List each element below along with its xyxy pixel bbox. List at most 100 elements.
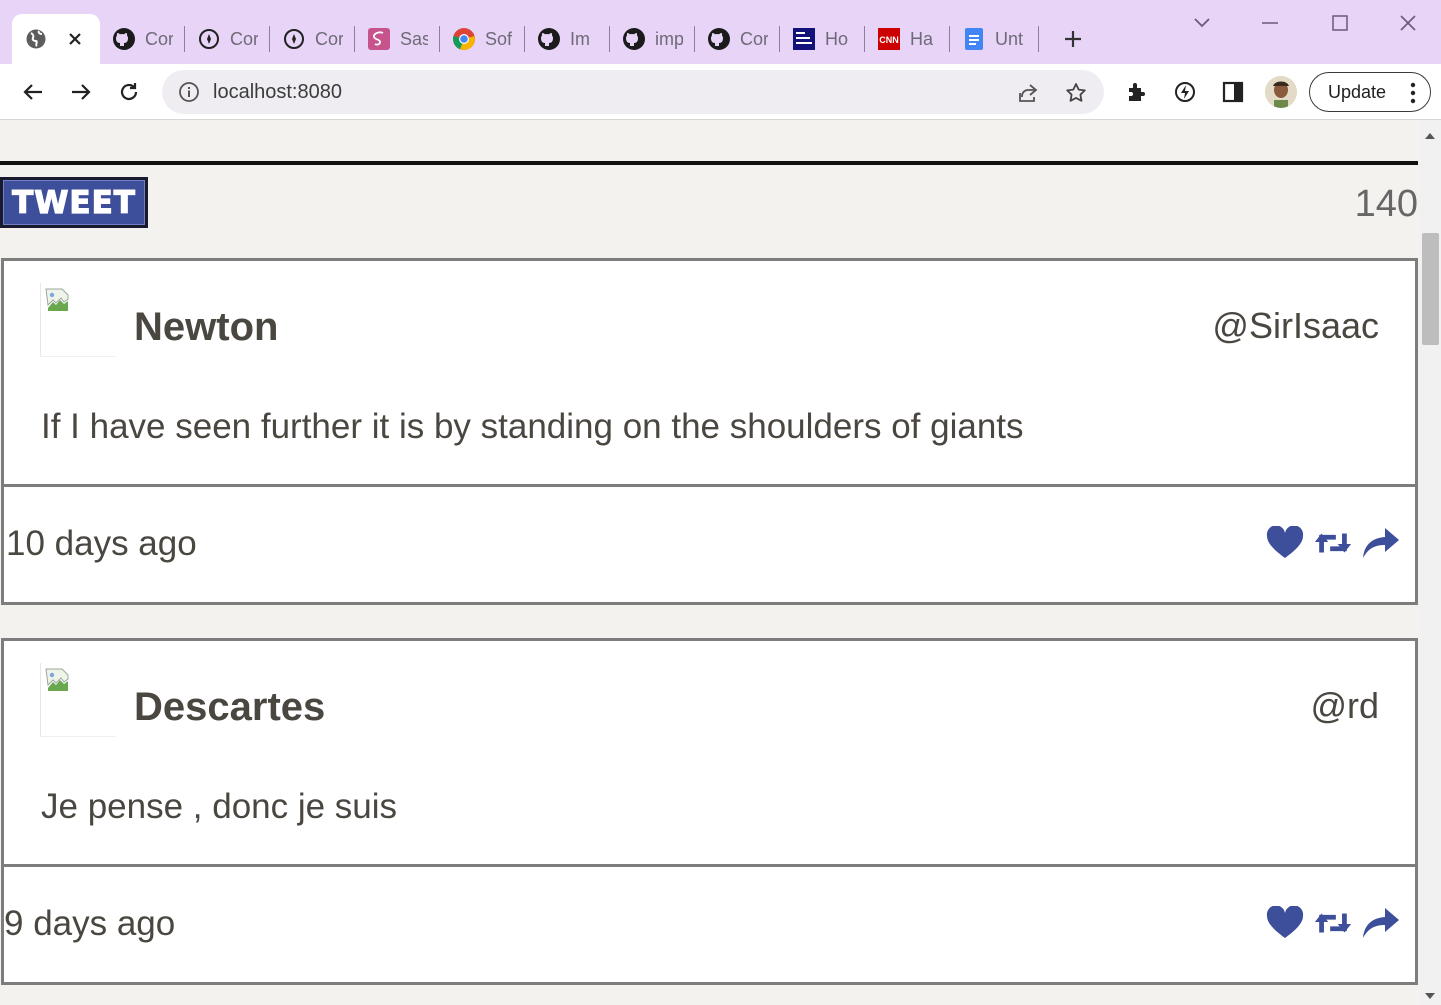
maximize-button[interactable] — [1320, 8, 1360, 38]
heart-icon[interactable] — [1265, 525, 1305, 561]
tweet-author-name: Newton — [134, 305, 279, 349]
tweet-author-handle: @rd — [1310, 685, 1379, 726]
tab-sass[interactable]: Sas — [355, 14, 439, 64]
tab-compass-1[interactable]: Cor — [185, 14, 269, 64]
minimize-button[interactable] — [1250, 8, 1290, 38]
tweet-timestamp: 10 days ago — [6, 524, 197, 563]
share-icon[interactable] — [1015, 80, 1041, 106]
page-scrollbar[interactable] — [1420, 121, 1441, 1005]
character-counter: 140 — [1354, 183, 1418, 225]
scroll-up-arrow-icon[interactable] — [1424, 127, 1436, 145]
tweet-body: Newton @SirIsaac If I have seen further … — [4, 261, 1415, 487]
broken-image-icon — [45, 288, 69, 311]
site-info-icon[interactable] — [178, 81, 200, 108]
tab-compass-2[interactable]: Cor — [270, 14, 354, 64]
forward-button[interactable] — [65, 76, 97, 108]
bookmark-star-icon[interactable] — [1063, 80, 1089, 106]
share-reply-icon[interactable] — [1361, 525, 1401, 561]
tweet-actions — [1265, 525, 1401, 561]
close-tab-icon[interactable] — [64, 28, 86, 50]
tab-title: Cor — [230, 28, 258, 49]
tab-title: Sas — [400, 28, 428, 49]
sitewizard-icon — [792, 27, 816, 51]
update-button[interactable]: Update — [1309, 72, 1431, 112]
tab-title: Unt — [995, 28, 1023, 49]
side-panel-icon[interactable] — [1219, 78, 1247, 106]
new-tab-button[interactable] — [1058, 24, 1088, 54]
profile-avatar[interactable] — [1265, 76, 1297, 108]
github-icon — [537, 27, 561, 51]
browser-toolbar: localhost:8080 Update — [0, 64, 1441, 120]
compass-icon — [197, 27, 221, 51]
extensions-icon[interactable] — [1123, 78, 1151, 106]
retweet-icon[interactable] — [1313, 905, 1353, 941]
tab-docs[interactable]: Unt — [950, 14, 1034, 64]
scroll-down-arrow-icon[interactable] — [1424, 987, 1436, 1005]
share-reply-icon[interactable] — [1361, 905, 1401, 941]
composer-divider — [0, 161, 1418, 165]
arrow-left-icon — [23, 84, 42, 100]
tab-active[interactable] — [12, 14, 100, 64]
tweet-actions — [1265, 905, 1401, 941]
tab-title: Ho — [825, 28, 849, 49]
retweet-icon[interactable] — [1313, 525, 1353, 561]
maximize-icon — [1332, 15, 1348, 31]
user-avatar — [40, 283, 116, 357]
address-bar[interactable]: localhost:8080 — [162, 70, 1104, 114]
minimize-icon — [1262, 22, 1278, 24]
tweet-button[interactable]: TWEET — [0, 177, 148, 228]
tab-title: Cor — [740, 28, 768, 49]
tweet-author-name: Descartes — [134, 685, 326, 729]
github-icon — [112, 27, 136, 51]
tweet-text: If I have seen further it is by standing… — [41, 407, 1024, 446]
tab-title: imp — [655, 28, 683, 49]
close-icon — [1400, 15, 1416, 31]
performance-icon[interactable] — [1171, 78, 1199, 106]
tab-cnn[interactable]: CNN Ha — [865, 14, 949, 64]
globe-icon — [24, 27, 48, 51]
tab-github-3[interactable]: imp — [610, 14, 694, 64]
reload-icon — [120, 83, 138, 101]
scrollbar-thumb[interactable] — [1422, 233, 1439, 345]
tweet-body: Descartes @rd Je pense , donc je suis — [4, 641, 1415, 867]
tab-title: Cor — [315, 28, 343, 49]
tab-title: Sof — [485, 28, 513, 49]
update-label: Update — [1328, 82, 1387, 102]
tab-github-2[interactable]: Im — [525, 14, 609, 64]
docs-icon — [962, 27, 986, 51]
back-button[interactable] — [17, 76, 49, 108]
chrome-icon — [452, 27, 476, 51]
reload-button[interactable] — [113, 76, 145, 108]
svg-text:CNN: CNN — [879, 35, 899, 45]
broken-image-icon — [45, 668, 69, 691]
tab-chrome[interactable]: Sof — [440, 14, 524, 64]
chevron-down-icon — [1194, 18, 1210, 28]
url-text[interactable]: localhost:8080 — [213, 81, 342, 104]
tweet-button-label: TWEET — [11, 184, 136, 221]
tab-strip: Cor Cor Cor Sas Sof Im imp Cor Ho CNN Ha… — [0, 0, 1441, 64]
sass-icon — [367, 27, 391, 51]
tab-sitewizard[interactable]: Ho — [780, 14, 864, 64]
tab-title: Ha — [910, 28, 934, 49]
page-viewport: TWEET 140 Newton @SirIsaac If I have see… — [0, 121, 1420, 1005]
close-window-button[interactable] — [1388, 8, 1428, 38]
tweet-author-handle: @SirIsaac — [1212, 305, 1379, 346]
plus-icon — [1065, 31, 1081, 47]
tab-github-1[interactable]: Cor — [100, 14, 184, 64]
compass-icon — [282, 27, 306, 51]
tab-title: Cor — [145, 28, 173, 49]
tweet-text: Je pense , donc je suis — [41, 787, 398, 826]
tweet-card: Descartes @rd Je pense , donc je suis 9 … — [1, 638, 1418, 985]
tab-title: Im — [570, 28, 590, 49]
user-avatar — [40, 663, 116, 737]
tweet-timestamp: 9 days ago — [4, 904, 176, 943]
tweet-card: Newton @SirIsaac If I have seen further … — [1, 258, 1418, 605]
tab-search-button[interactable] — [1182, 8, 1222, 38]
heart-icon[interactable] — [1265, 905, 1305, 941]
tab-separator — [1038, 26, 1039, 52]
cnn-icon: CNN — [877, 27, 901, 51]
tab-github-4[interactable]: Cor — [695, 14, 779, 64]
tweet-footer: 10 days ago — [4, 487, 1415, 602]
more-menu-icon[interactable] — [1410, 82, 1416, 109]
arrow-right-icon — [72, 84, 91, 100]
